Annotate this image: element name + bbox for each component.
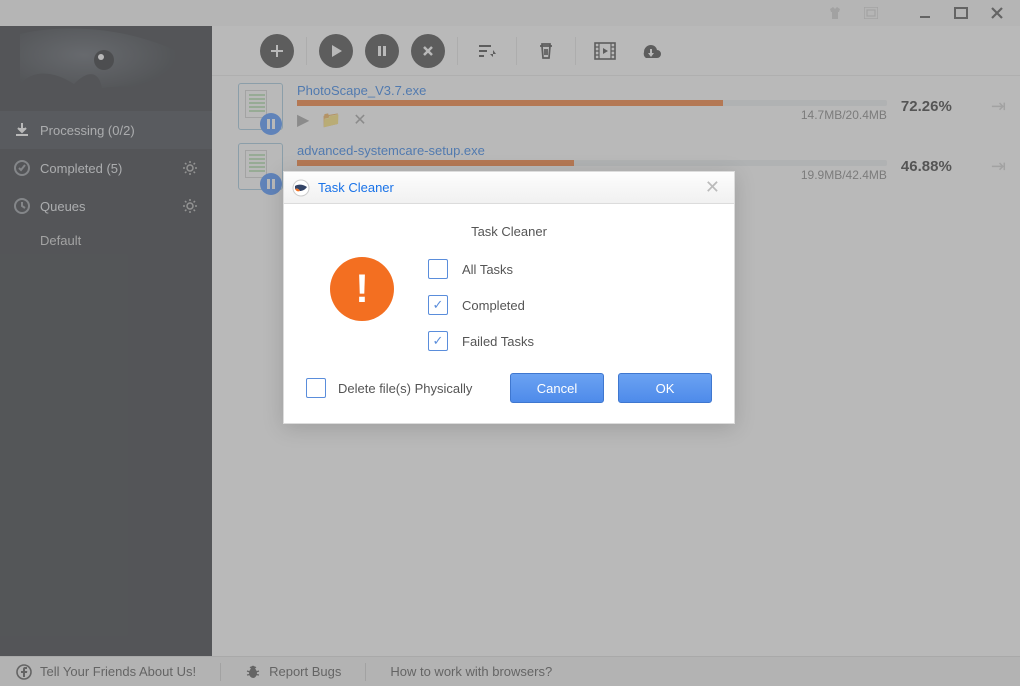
checkbox-delete-physically[interactable]: Delete file(s) Physically: [306, 378, 472, 398]
checkbox-completed[interactable]: ✓ Completed: [428, 295, 534, 315]
checkbox-icon: [306, 378, 326, 398]
task-cleaner-dialog: Task Cleaner ✕ Task Cleaner ! All Tasks …: [283, 171, 735, 424]
checkbox-icon: ✓: [428, 331, 448, 351]
checkbox-completed-label: Completed: [462, 298, 525, 313]
alert-icon: !: [330, 257, 394, 321]
dialog-titlebar[interactable]: Task Cleaner ✕: [284, 172, 734, 204]
app-window: Processing (0/2) Completed (5) Queues De…: [0, 0, 1020, 686]
dialog-close-icon[interactable]: ✕: [699, 177, 726, 198]
checkbox-all-label: All Tasks: [462, 262, 513, 277]
checkbox-icon: [428, 259, 448, 279]
checkbox-icon: ✓: [428, 295, 448, 315]
cancel-button[interactable]: Cancel: [510, 373, 604, 403]
checkbox-failed[interactable]: ✓ Failed Tasks: [428, 331, 534, 351]
checkbox-failed-label: Failed Tasks: [462, 334, 534, 349]
checkbox-all-tasks[interactable]: All Tasks: [428, 259, 534, 279]
dialog-heading: Task Cleaner: [304, 224, 714, 239]
app-icon: [292, 179, 310, 197]
dialog-title: Task Cleaner: [318, 180, 394, 195]
ok-button[interactable]: OK: [618, 373, 712, 403]
delete-physically-label: Delete file(s) Physically: [338, 381, 472, 396]
